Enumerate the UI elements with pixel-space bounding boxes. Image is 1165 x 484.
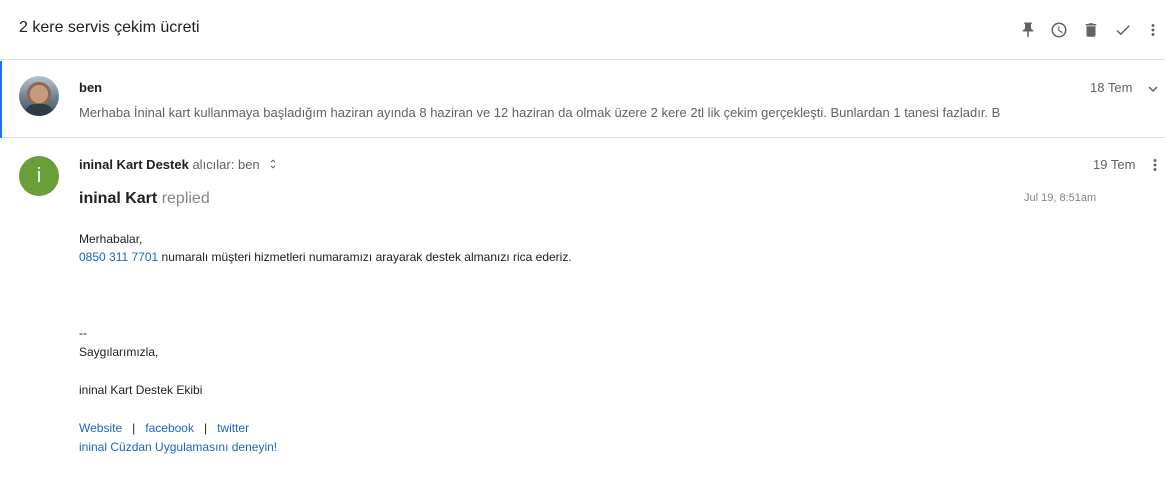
phone-link[interactable]: 0850 311 7701 bbox=[79, 250, 158, 264]
check-icon bbox=[1116, 25, 1130, 36]
clock-icon bbox=[1051, 22, 1067, 38]
avatar[interactable]: i bbox=[19, 156, 59, 196]
link-separator: | bbox=[132, 421, 136, 435]
more-options-button[interactable] bbox=[1141, 18, 1165, 42]
message-date: 18 Tem bbox=[1090, 80, 1133, 95]
reply-heading: ininal Kart replied bbox=[79, 190, 210, 208]
chevron-down-icon bbox=[1148, 86, 1158, 92]
body-line: 0850 311 7701 numaralı müşteri hizmetler… bbox=[79, 250, 572, 264]
greeting: Merhabalar, bbox=[79, 232, 143, 246]
message-expanded: i ininal Kart Destek alıcılar: ben 19 Te… bbox=[0, 139, 1165, 484]
sender-name: ben bbox=[79, 80, 103, 95]
message-collapsed[interactable]: ben Merhaba İninal kart kullanmaya başla… bbox=[0, 61, 1165, 138]
message-more-button[interactable] bbox=[1146, 156, 1164, 174]
sender-line: ininal Kart Destek alıcılar: ben bbox=[79, 157, 279, 172]
reply-author: ininal Kart bbox=[79, 190, 158, 207]
message-snippet: Merhaba İninal kart kullanmaya başladığı… bbox=[79, 105, 1001, 120]
website-link[interactable]: Website bbox=[79, 421, 122, 435]
body-text: numaralı müşteri hizmetleri numaramızı a… bbox=[158, 250, 572, 264]
signature-team: ininal Kart Destek Ekibi bbox=[79, 383, 203, 397]
pin-button[interactable] bbox=[1016, 18, 1040, 42]
signature-links: Website | facebook | twitter bbox=[79, 421, 249, 435]
reply-timestamp: Jul 19, 8:51am bbox=[1024, 192, 1097, 204]
thread-header: 2 kere servis çekim ücreti bbox=[0, 0, 1165, 60]
delete-button[interactable] bbox=[1079, 18, 1103, 42]
app-promo-link[interactable]: ininal Cüzdan Uygulamasını deneyin! bbox=[79, 440, 277, 454]
reply-verb: replied bbox=[161, 190, 210, 207]
app-promo-line: ininal Cüzdan Uygulamasını deneyin! bbox=[79, 440, 277, 454]
selection-accent bbox=[0, 61, 2, 138]
done-button[interactable] bbox=[1111, 18, 1135, 42]
thread-subject: 2 kere servis çekim ücreti bbox=[19, 19, 200, 36]
unfold-icon[interactable] bbox=[267, 158, 279, 170]
more-vert-icon bbox=[1151, 24, 1155, 36]
message-date: 19 Tem bbox=[1093, 157, 1136, 172]
facebook-link[interactable]: facebook bbox=[145, 421, 194, 435]
twitter-link[interactable]: twitter bbox=[217, 421, 249, 435]
more-vert-icon bbox=[1153, 159, 1157, 171]
pin-icon bbox=[1022, 22, 1034, 38]
avatar[interactable] bbox=[19, 76, 59, 116]
trash-icon bbox=[1085, 23, 1097, 37]
link-separator: | bbox=[203, 421, 208, 435]
expand-button[interactable] bbox=[1144, 80, 1162, 98]
signature-dash: -- bbox=[79, 326, 87, 340]
signature-closing: Saygılarımızla, bbox=[79, 345, 159, 359]
sender-name[interactable]: ininal Kart Destek bbox=[79, 157, 189, 172]
recipients: alıcılar: ben bbox=[192, 157, 260, 172]
snooze-button[interactable] bbox=[1047, 18, 1071, 42]
